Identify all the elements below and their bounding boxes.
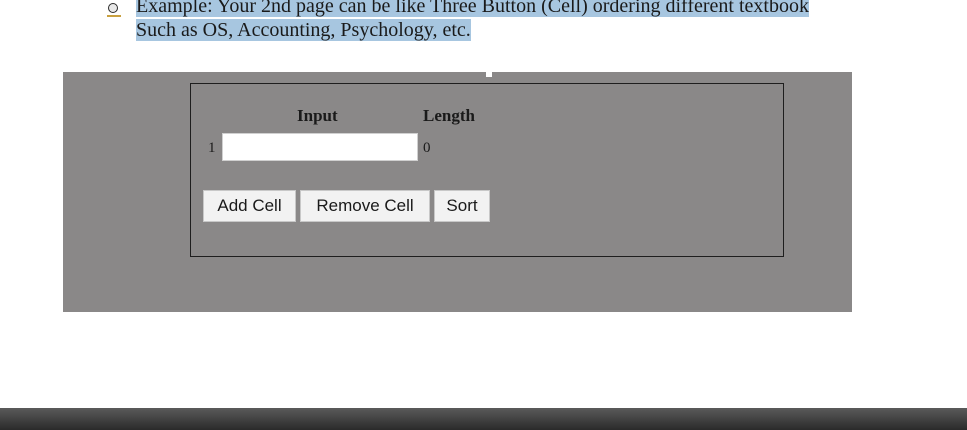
embedded-screenshot: Input Length 1 0 Add Cell Remove Cell So… xyxy=(63,72,852,312)
document-line-1: Example: Your 2nd page can be like Three… xyxy=(136,0,809,18)
embed-marker xyxy=(486,72,492,77)
cell-length: 0 xyxy=(423,140,431,156)
document-line-2: Such as OS, Accounting, Psychology, etc. xyxy=(136,18,471,42)
remove-cell-button[interactable]: Remove Cell xyxy=(300,190,430,222)
add-cell-button[interactable]: Add Cell xyxy=(203,190,296,222)
row-index: 1 xyxy=(208,140,216,156)
input-column-header: Input xyxy=(297,106,338,125)
document-line-1-text: Example: Your 2nd page can be like Three… xyxy=(136,0,809,17)
bottom-bar xyxy=(0,408,967,430)
cell-panel: Input Length 1 0 Add Cell Remove Cell So… xyxy=(190,83,784,257)
page: Example: Your 2nd page can be like Three… xyxy=(0,0,967,430)
cell-input[interactable] xyxy=(222,133,418,161)
bullet-icon xyxy=(108,3,118,13)
document-line-2-text: Such as OS, Accounting, Psychology, etc. xyxy=(136,19,471,41)
bullet-underline xyxy=(107,15,121,17)
length-column-header: Length xyxy=(423,106,475,125)
sort-button[interactable]: Sort xyxy=(434,190,490,222)
